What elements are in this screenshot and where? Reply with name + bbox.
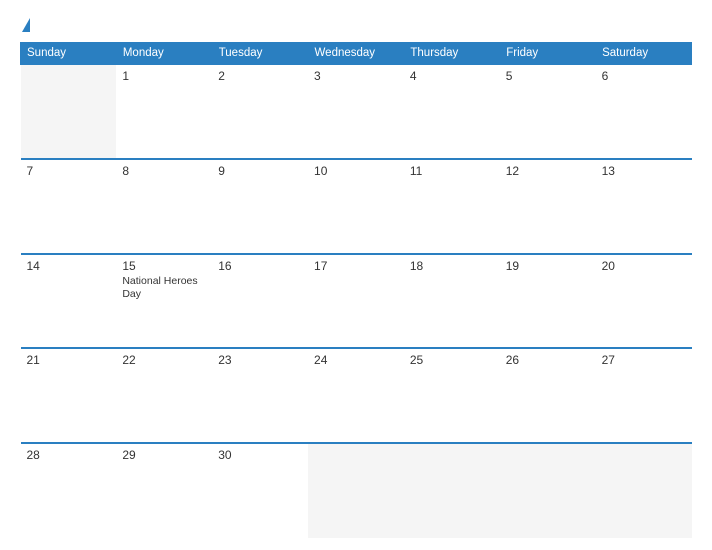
calendar-cell: 19 bbox=[500, 254, 596, 349]
day-number: 25 bbox=[410, 353, 494, 367]
calendar-cell: 24 bbox=[308, 348, 404, 443]
day-number: 23 bbox=[218, 353, 302, 367]
calendar-week-row: 21 22 23 24 25 26 27 bbox=[21, 348, 692, 443]
weekday-header-thursday: Thursday bbox=[404, 43, 500, 65]
calendar-cell: 11 bbox=[404, 159, 500, 254]
calendar-cell: 25 bbox=[404, 348, 500, 443]
day-number: 28 bbox=[27, 448, 111, 462]
day-number: 30 bbox=[218, 448, 302, 462]
calendar-week-row: 789 10 11 12 13 bbox=[21, 159, 692, 254]
calendar-cell: 12 bbox=[500, 159, 596, 254]
calendar-cell bbox=[500, 443, 596, 538]
calendar-cell: 8 bbox=[116, 159, 212, 254]
calendar-cell: 23 bbox=[212, 348, 308, 443]
calendar-cell: 30 bbox=[212, 443, 308, 538]
day-number: 8 bbox=[122, 164, 206, 178]
event-label: National Heroes Day bbox=[122, 275, 206, 302]
day-number: 1 bbox=[122, 69, 206, 83]
day-number: 15 bbox=[122, 259, 206, 273]
day-number: 26 bbox=[506, 353, 590, 367]
calendar-cell bbox=[596, 443, 692, 538]
calendar-cell: 22 bbox=[116, 348, 212, 443]
day-number: 3 bbox=[314, 69, 398, 83]
calendar-cell: 13 bbox=[596, 159, 692, 254]
calendar-cell: 6 bbox=[596, 64, 692, 159]
calendar-cell: 17 bbox=[308, 254, 404, 349]
day-number: 19 bbox=[506, 259, 590, 273]
day-number: 17 bbox=[314, 259, 398, 273]
day-number: 2 bbox=[218, 69, 302, 83]
calendar-cell: 18 bbox=[404, 254, 500, 349]
day-number: 24 bbox=[314, 353, 398, 367]
calendar-cell: 14 bbox=[21, 254, 117, 349]
weekday-header-wednesday: Wednesday bbox=[308, 43, 404, 65]
weekday-header-friday: Friday bbox=[500, 43, 596, 65]
day-number: 10 bbox=[314, 164, 398, 178]
calendar-cell: 3 bbox=[308, 64, 404, 159]
weekday-header-sunday: Sunday bbox=[21, 43, 117, 65]
weekday-header-monday: Monday bbox=[116, 43, 212, 65]
calendar-cell: 10 bbox=[308, 159, 404, 254]
calendar-page: SundayMondayTuesdayWednesdayThursdayFrid… bbox=[0, 0, 712, 550]
day-number: 20 bbox=[602, 259, 686, 273]
weekday-header-saturday: Saturday bbox=[596, 43, 692, 65]
day-number: 29 bbox=[122, 448, 206, 462]
calendar-cell bbox=[308, 443, 404, 538]
calendar-cell: 29 bbox=[116, 443, 212, 538]
calendar-week-row: 14 15 National Heroes Day 16 17 18 19 20 bbox=[21, 254, 692, 349]
calendar-cell: 15 National Heroes Day bbox=[116, 254, 212, 349]
weekday-header-row: SundayMondayTuesdayWednesdayThursdayFrid… bbox=[21, 43, 692, 65]
calendar-thead: SundayMondayTuesdayWednesdayThursdayFrid… bbox=[21, 43, 692, 65]
calendar-cell: 2 bbox=[212, 64, 308, 159]
day-number: 21 bbox=[27, 353, 111, 367]
calendar-cell: 4 bbox=[404, 64, 500, 159]
calendar-cell: 5 bbox=[500, 64, 596, 159]
day-number: 18 bbox=[410, 259, 494, 273]
day-number: 14 bbox=[27, 259, 111, 273]
day-number: 5 bbox=[506, 69, 590, 83]
day-number: 11 bbox=[410, 164, 494, 178]
calendar-cell: 28 bbox=[21, 443, 117, 538]
weekday-header-tuesday: Tuesday bbox=[212, 43, 308, 65]
calendar-cell: 16 bbox=[212, 254, 308, 349]
day-number: 27 bbox=[602, 353, 686, 367]
day-number: 4 bbox=[410, 69, 494, 83]
calendar-cell: 26 bbox=[500, 348, 596, 443]
calendar-cell: 7 bbox=[21, 159, 117, 254]
calendar-cell bbox=[404, 443, 500, 538]
calendar-cell: 9 bbox=[212, 159, 308, 254]
day-number: 16 bbox=[218, 259, 302, 273]
calendar-header bbox=[20, 18, 692, 32]
day-number: 6 bbox=[602, 69, 686, 83]
calendar-cell: 27 bbox=[596, 348, 692, 443]
day-number: 13 bbox=[602, 164, 686, 178]
calendar-cell: 21 bbox=[21, 348, 117, 443]
logo-triangle-icon bbox=[22, 18, 30, 32]
calendar-cell: 1 bbox=[116, 64, 212, 159]
calendar-cell bbox=[21, 64, 117, 159]
day-number: 7 bbox=[27, 164, 111, 178]
calendar-week-row: 123456 bbox=[21, 64, 692, 159]
day-number: 22 bbox=[122, 353, 206, 367]
day-number: 9 bbox=[218, 164, 302, 178]
calendar-table: SundayMondayTuesdayWednesdayThursdayFrid… bbox=[20, 42, 692, 538]
calendar-cell: 20 bbox=[596, 254, 692, 349]
calendar-week-row: 28 29 30 bbox=[21, 443, 692, 538]
day-number: 12 bbox=[506, 164, 590, 178]
calendar-body: 123456789101112131415National Heroes Day… bbox=[21, 64, 692, 538]
logo bbox=[20, 18, 30, 32]
